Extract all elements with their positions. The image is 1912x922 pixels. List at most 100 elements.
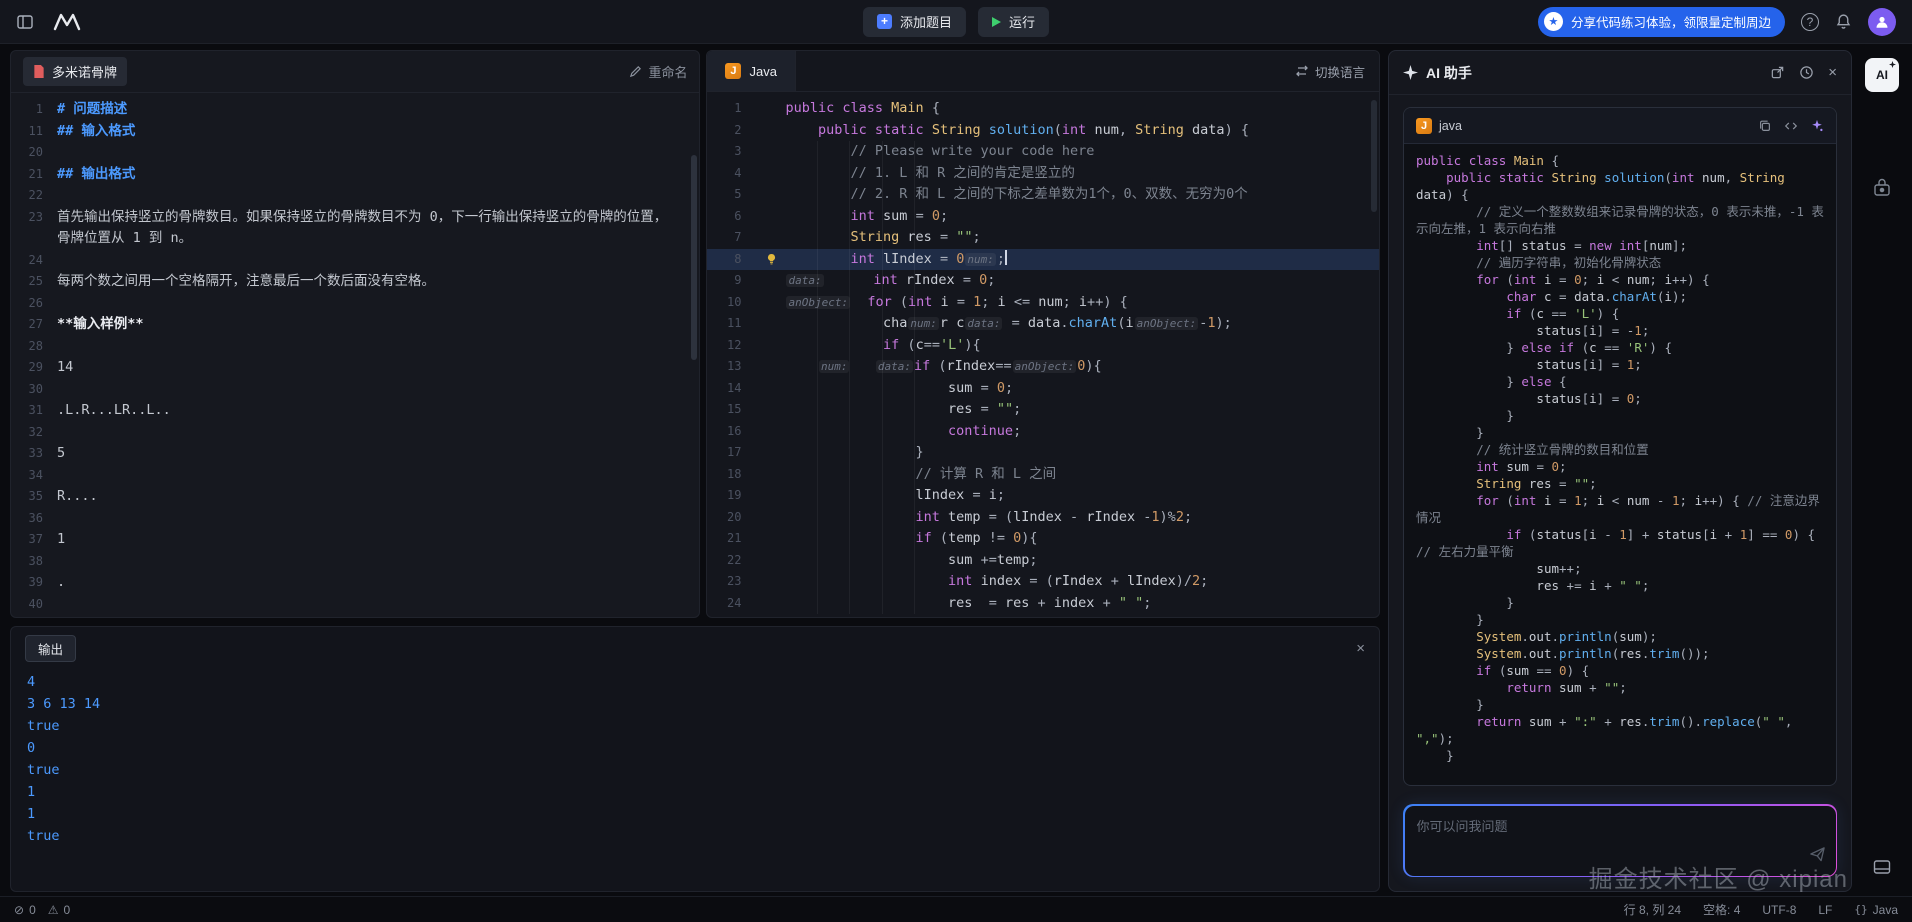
- language-mode[interactable]: {} Java: [1854, 903, 1898, 917]
- sidebar-toggle-icon[interactable]: [16, 13, 34, 31]
- problem-line[interactable]: 38: [11, 551, 699, 573]
- code-line[interactable]: 14 sum = 0;: [707, 378, 1379, 400]
- code-line[interactable]: 1public class Main {: [707, 98, 1379, 120]
- tab-java[interactable]: J Java: [707, 51, 795, 91]
- run-button[interactable]: 运行: [978, 7, 1049, 37]
- glyph-margin: [757, 335, 785, 357]
- problem-line[interactable]: 20: [11, 142, 699, 164]
- history-clock-icon[interactable]: [1799, 65, 1814, 80]
- panel-toggle-icon[interactable]: [1872, 857, 1892, 882]
- problem-line[interactable]: 1# 问题描述: [11, 99, 699, 121]
- cursor-position[interactable]: 行 8, 列 24: [1624, 901, 1681, 918]
- code-line[interactable]: 24 res = res + index + " ";: [707, 593, 1379, 615]
- rename-button[interactable]: 重命名: [629, 62, 687, 81]
- problem-scrollbar[interactable]: [691, 155, 697, 360]
- problem-line[interactable]: 34: [11, 465, 699, 487]
- code-line[interactable]: 21 if (temp != 0){: [707, 528, 1379, 550]
- warnings-indicator[interactable]: ⚠ 0: [48, 903, 70, 917]
- code-line[interactable]: 8 int lIndex = 0num:;: [707, 249, 1379, 271]
- problem-line[interactable]: 22: [11, 185, 699, 207]
- problem-line[interactable]: 31.L.R...LR..L..: [11, 400, 699, 422]
- problem-line[interactable]: 35R....: [11, 486, 699, 508]
- open-external-icon[interactable]: [1770, 65, 1785, 80]
- code-line[interactable]: 12 if (c=='L'){: [707, 335, 1379, 357]
- promo-banner[interactable]: ★ 分享代码练习体验，领限量定制周边: [1538, 7, 1785, 37]
- code-line[interactable]: 9data: int rIndex = 0;: [707, 270, 1379, 292]
- problem-line[interactable]: 371: [11, 529, 699, 551]
- code-line[interactable]: 10anObject: for (int i = 1; i <= num; i+…: [707, 292, 1379, 314]
- problem-line[interactable]: 25每两个数之间用一个空格隔开，注意最后一个数后面没有空格。: [11, 271, 699, 293]
- magic-wand-icon[interactable]: [1810, 119, 1824, 133]
- ai-close-icon[interactable]: ×: [1828, 64, 1837, 81]
- code-line[interactable]: 3 // Please write your code here: [707, 141, 1379, 163]
- code-line-text: public class Main {: [785, 98, 1379, 120]
- language-label: Java: [1873, 903, 1898, 917]
- bell-icon[interactable]: [1835, 13, 1852, 30]
- problem-line[interactable]: 39.: [11, 572, 699, 594]
- problem-line[interactable]: 27**输入样例**: [11, 314, 699, 336]
- problem-line[interactable]: 23首先输出保持竖立的骨牌数目。如果保持竖立的骨牌数目不为 0，下一行输出保持竖…: [11, 207, 699, 250]
- problem-line[interactable]: 24: [11, 250, 699, 272]
- lightbulb-icon[interactable]: [757, 249, 785, 271]
- output-close-icon[interactable]: ×: [1356, 640, 1365, 657]
- code-line[interactable]: 6 int sum = 0;: [707, 206, 1379, 228]
- problem-line[interactable]: 335: [11, 443, 699, 465]
- insert-code-icon[interactable]: [1784, 119, 1798, 133]
- help-icon[interactable]: ?: [1801, 13, 1819, 31]
- problem-line[interactable]: 11## 输入格式: [11, 121, 699, 143]
- code-editor[interactable]: 1public class Main {2 public static Stri…: [707, 92, 1379, 617]
- problem-line[interactable]: 40: [11, 594, 699, 616]
- problem-line[interactable]: 2914: [11, 357, 699, 379]
- code-line[interactable]: 23 int index = (rIndex + lIndex)/2;: [707, 571, 1379, 593]
- problem-line[interactable]: 32: [11, 422, 699, 444]
- problem-line-text: [57, 465, 699, 487]
- line-number: 24: [707, 593, 757, 615]
- code-line[interactable]: 13 num: data:if (rIndex==anObject:0){: [707, 356, 1379, 378]
- encoding-setting[interactable]: UTF-8: [1762, 903, 1796, 917]
- code-line[interactable]: 5 // 2. R 和 L 之间的下标之差单数为1个，0、双数、无穷为0个: [707, 184, 1379, 206]
- problem-line[interactable]: 28: [11, 336, 699, 358]
- eol-setting[interactable]: LF: [1818, 903, 1832, 917]
- braces-icon: {}: [1854, 903, 1867, 916]
- editor-scrollbar[interactable]: [1371, 100, 1377, 212]
- errors-indicator[interactable]: ⊘ 0: [14, 903, 36, 917]
- code-line-text: num: data:if (rIndex==anObject:0){: [785, 356, 1379, 378]
- code-line[interactable]: 4 // 1. L 和 R 之间的肯定是竖立的: [707, 163, 1379, 185]
- code-line[interactable]: 17 }: [707, 442, 1379, 464]
- output-tab[interactable]: 输出: [25, 635, 76, 662]
- problem-title-chip[interactable]: 多米诺骨牌: [23, 57, 127, 86]
- ai-question-input[interactable]: [1417, 816, 1800, 866]
- code-line[interactable]: 11 chanum:r cdata: = data.charAt(ianObje…: [707, 313, 1379, 335]
- code-line[interactable]: 7 String res = "";: [707, 227, 1379, 249]
- output-lines: 43 6 13 14true0true11true: [11, 669, 1379, 849]
- code-line[interactable]: 20 int temp = (lIndex - rIndex -1)%2;: [707, 507, 1379, 529]
- plugin-icon[interactable]: [1872, 178, 1892, 203]
- code-line[interactable]: 18 // 计算 R 和 L 之间: [707, 464, 1379, 486]
- output-line: 4: [27, 671, 1363, 693]
- send-icon[interactable]: [1809, 846, 1826, 868]
- code-line-text: int sum = 0;: [785, 206, 1379, 228]
- code-line[interactable]: 19 lIndex = i;: [707, 485, 1379, 507]
- code-line[interactable]: 16 continue;: [707, 421, 1379, 443]
- glyph-margin: [757, 98, 785, 120]
- ai-sidebar-button[interactable]: AI: [1865, 58, 1899, 92]
- code-line[interactable]: 2 public static String solution(int num,…: [707, 120, 1379, 142]
- copy-icon[interactable]: [1758, 119, 1772, 133]
- switch-language-button[interactable]: 切换语言: [1295, 62, 1365, 81]
- code-line[interactable]: 22 sum +=temp;: [707, 550, 1379, 572]
- line-number: 17: [707, 442, 757, 464]
- problem-lines[interactable]: 1# 问题描述11## 输入格式2021## 输出格式2223首先输出保持竖立的…: [11, 93, 699, 617]
- problem-line[interactable]: 26: [11, 293, 699, 315]
- problem-line[interactable]: 30: [11, 379, 699, 401]
- avatar[interactable]: [1868, 8, 1896, 36]
- ai-code[interactable]: public class Main { public static String…: [1404, 144, 1836, 785]
- rename-label: 重命名: [648, 62, 687, 81]
- indentation-setting[interactable]: 空格: 4: [1703, 901, 1740, 918]
- problem-line-text: [57, 293, 699, 315]
- problem-line[interactable]: 36: [11, 508, 699, 530]
- app-logo-icon[interactable]: [52, 12, 82, 32]
- line-number: 33: [11, 443, 57, 465]
- code-line[interactable]: 15 res = "";: [707, 399, 1379, 421]
- problem-line[interactable]: 21## 输出格式: [11, 164, 699, 186]
- add-problem-button[interactable]: + 添加题目: [863, 7, 966, 37]
